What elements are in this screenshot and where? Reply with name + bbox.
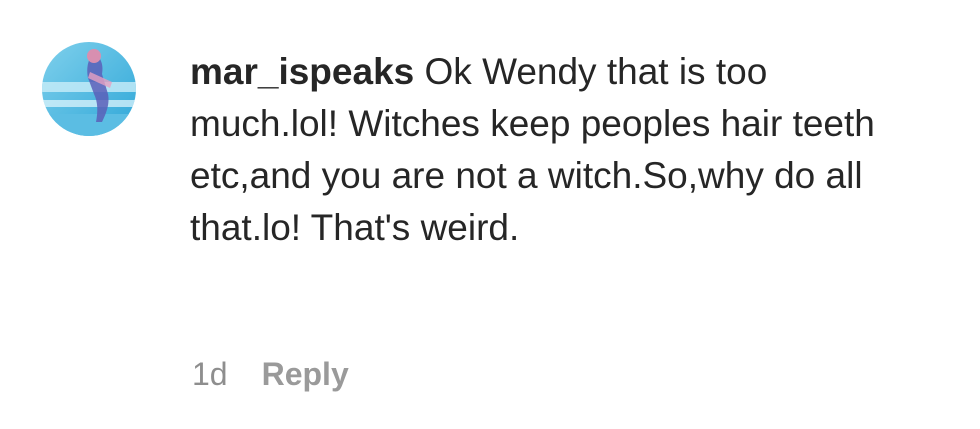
comment-body: mar_ispeaks Ok Wendy that is too much.lo… [190, 46, 890, 254]
comment-username[interactable]: mar_ispeaks [190, 51, 414, 92]
comment-timestamp: 1d [192, 356, 228, 392]
user-avatar[interactable] [42, 42, 136, 136]
avatar-photo-icon [42, 42, 136, 136]
comment-item: mar_ispeaks Ok Wendy that is too much.lo… [0, 0, 980, 429]
comment-meta: 1d Reply [192, 354, 349, 394]
reply-button[interactable]: Reply [262, 354, 349, 394]
